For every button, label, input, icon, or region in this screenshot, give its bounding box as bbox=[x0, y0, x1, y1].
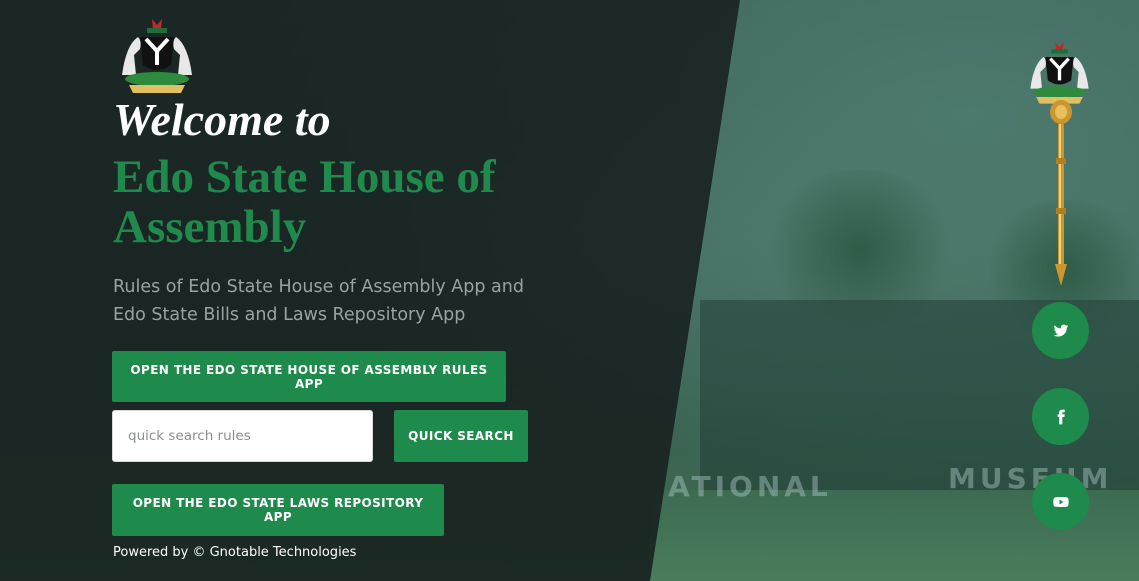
open-rules-app-button[interactable]: OPEN THE EDO STATE HOUSE OF ASSEMBLY RUL… bbox=[112, 351, 506, 402]
twitter-icon bbox=[1053, 324, 1068, 337]
powered-by-text: Powered by © Gnotable Technologies bbox=[113, 545, 357, 560]
quick-search-button[interactable]: QUICK SEARCH bbox=[394, 410, 528, 462]
open-laws-repository-button[interactable]: OPEN THE EDO STATE LAWS REPOSITORY APP bbox=[112, 484, 444, 536]
background-sign-text: ATIONAL bbox=[668, 470, 832, 503]
coat-of-arms-emblem bbox=[1030, 42, 1089, 104]
welcome-heading: Welcome to bbox=[113, 94, 331, 145]
facebook-button[interactable] bbox=[1032, 388, 1089, 445]
quick-search-input[interactable] bbox=[112, 410, 373, 462]
youtube-button[interactable] bbox=[1032, 473, 1089, 530]
page-title: Edo State House of Assembly bbox=[113, 151, 496, 253]
facebook-icon bbox=[1057, 409, 1065, 424]
background-sign-text: MUSEUM bbox=[948, 462, 1113, 495]
twitter-button[interactable] bbox=[1032, 302, 1089, 359]
coat-of-arms-logo bbox=[122, 19, 192, 93]
mace-icon bbox=[1050, 100, 1072, 286]
page-subtitle: Rules of Edo State House of Assembly App… bbox=[113, 277, 524, 325]
youtube-icon bbox=[1052, 496, 1069, 507]
